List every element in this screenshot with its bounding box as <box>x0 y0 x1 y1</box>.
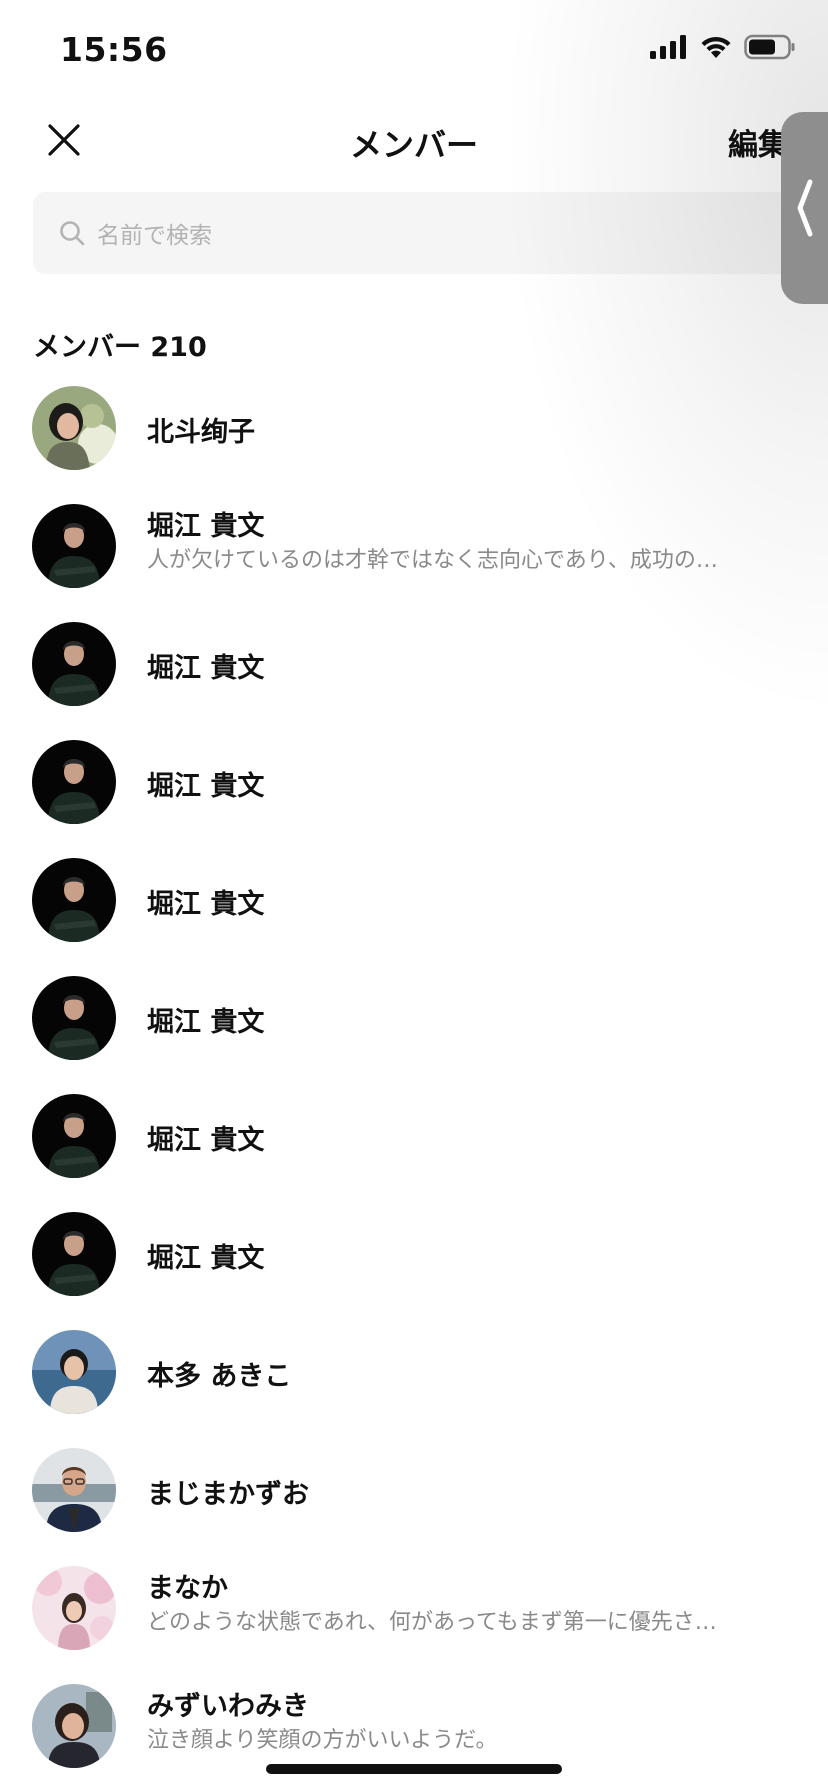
member-name: まじまかずお <box>147 1479 309 1510</box>
member-row[interactable]: まなか どのような状態であれ、何があってもまず第一に優先さ… <box>0 1560 828 1678</box>
member-name: 北斗绚子 <box>147 417 255 448</box>
avatar <box>32 386 116 470</box>
avatar <box>32 1448 116 1532</box>
member-row[interactable]: 堀江 貴文 <box>0 970 828 1088</box>
member-row[interactable]: 北斗绚子 <box>0 380 828 498</box>
side-drawer-handle[interactable] <box>781 112 828 304</box>
page-title: メンバー <box>349 126 478 164</box>
nav-bar: メンバー 編集 <box>0 100 828 180</box>
member-name: 堀江 貴文 <box>147 511 265 542</box>
member-status-message: 人が欠けているのは才幹ではなく志向心であり、成功の… <box>147 548 718 573</box>
avatar <box>32 858 116 942</box>
member-name: 堀江 貴文 <box>147 771 265 802</box>
wifi-icon <box>701 36 731 58</box>
member-row[interactable]: 堀江 貴文 <box>0 734 828 852</box>
avatar <box>32 976 116 1060</box>
member-name: 本多 あきこ <box>147 1361 292 1392</box>
member-row[interactable]: まじまかずお <box>0 1442 828 1560</box>
member-name: みずいわみき <box>147 1691 309 1722</box>
member-name: 堀江 貴文 <box>147 1243 265 1274</box>
member-row[interactable]: 堀江 貴文 <box>0 616 828 734</box>
member-name: 堀江 貴文 <box>147 1007 265 1038</box>
avatar <box>32 504 116 588</box>
search-placeholder: 名前で検索 <box>97 223 212 249</box>
member-count-header: メンバー 210 <box>33 332 207 363</box>
avatar <box>32 622 116 706</box>
chevron-left-icon <box>797 179 812 237</box>
member-row[interactable]: 堀江 貴文 人が欠けているのは才幹ではなく志向心であり、成功の… <box>0 498 828 616</box>
avatar <box>32 1684 116 1768</box>
avatar <box>32 1094 116 1178</box>
member-row[interactable]: 堀江 貴文 <box>0 852 828 970</box>
edit-button[interactable]: 編集 <box>728 120 788 164</box>
search-icon <box>60 221 85 246</box>
home-indicator <box>266 1764 562 1774</box>
avatar <box>32 740 116 824</box>
member-row[interactable]: 堀江 貴文 <box>0 1206 828 1324</box>
member-name: まなか <box>147 1573 228 1604</box>
search-input[interactable]: 名前で検索 <box>33 192 795 274</box>
member-row[interactable]: 堀江 貴文 <box>0 1088 828 1206</box>
status-time: 15:56 <box>60 30 168 69</box>
member-status-message: 泣き顔より笑顔の方がいいようだ。 <box>147 1728 498 1753</box>
member-name: 堀江 貴文 <box>147 1125 265 1156</box>
status-icons <box>650 34 796 60</box>
avatar <box>32 1566 116 1650</box>
member-status-message: どのような状態であれ、何があってもまず第一に優先さ… <box>147 1610 717 1635</box>
cellular-signal-icon <box>650 35 686 59</box>
member-row[interactable]: 本多 あきこ <box>0 1324 828 1442</box>
status-bar: 15:56 <box>0 0 828 100</box>
avatar <box>32 1212 116 1296</box>
battery-icon <box>744 34 795 60</box>
member-name: 堀江 貴文 <box>147 889 265 920</box>
member-name: 堀江 貴文 <box>147 653 265 684</box>
avatar <box>32 1330 116 1414</box>
member-row[interactable]: みずいわみき 泣き顔より笑顔の方がいいようだ。 <box>0 1678 828 1792</box>
